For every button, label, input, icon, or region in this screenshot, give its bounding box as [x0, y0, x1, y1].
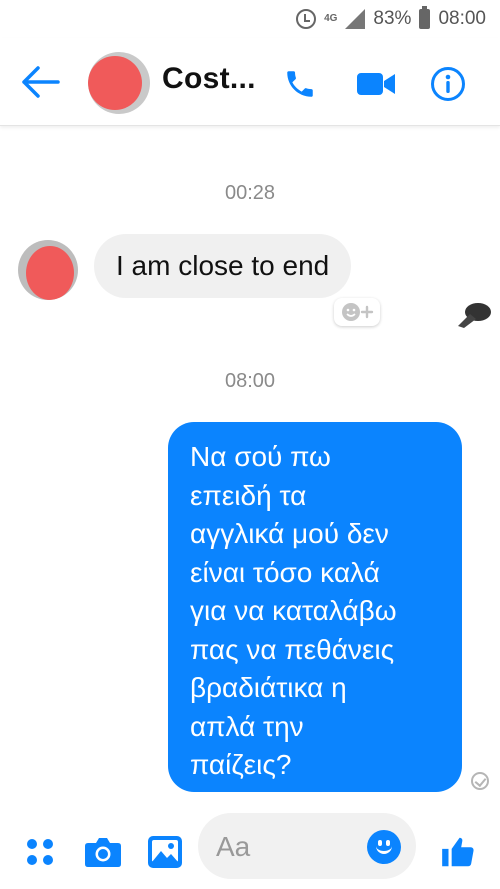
message-line: είναι τόσο καλά — [190, 556, 380, 588]
camera-icon — [85, 838, 121, 867]
gallery-button[interactable] — [143, 830, 187, 874]
emoji-button[interactable] — [367, 830, 401, 864]
outgoing-message-bubble[interactable]: Να σού πω επειδή τα αγγλικά μού δεν είνα… — [168, 422, 462, 792]
camera-button[interactable] — [81, 830, 125, 874]
smiley-icon-mouth — [376, 844, 392, 854]
message-timestamp: 00:28 — [224, 182, 276, 204]
phone-icon — [287, 71, 313, 97]
arrow-left-icon — [22, 66, 60, 98]
avatar-redaction — [88, 56, 142, 110]
image-icon — [148, 836, 182, 868]
video-camera-icon — [357, 73, 395, 95]
chat-header: Cost... — [0, 38, 500, 126]
message-line: για να καταλάβω — [190, 595, 397, 626]
video-call-button[interactable] — [356, 64, 396, 104]
message-line: απλά την — [190, 710, 304, 742]
add-reaction-icon — [342, 303, 374, 321]
battery-percent: 83% — [373, 8, 412, 29]
message-line: πας να πεθάνεις — [190, 633, 395, 665]
message-line: βραδιάτικα η — [190, 672, 347, 703]
message-line: παίζεις? — [190, 749, 292, 780]
message-line: αγγλικά μού δεν — [190, 518, 389, 549]
four-dots-icon — [27, 839, 53, 865]
sender-avatar[interactable] — [18, 240, 78, 300]
contact-avatar[interactable] — [88, 52, 150, 114]
seen-avatar-icon — [458, 303, 491, 328]
call-button[interactable] — [280, 64, 320, 104]
thumbs-up-icon — [442, 837, 474, 867]
add-reaction-button[interactable] — [334, 298, 380, 326]
avatar-redaction — [26, 246, 74, 300]
info-button[interactable] — [428, 64, 468, 104]
back-button[interactable] — [22, 64, 62, 100]
network-type-indicator: 4G — [324, 13, 338, 24]
message-timestamp: 08:00 — [224, 370, 276, 392]
message-input[interactable]: Aa — [198, 813, 416, 879]
signal-icon — [345, 9, 366, 29]
incoming-message-bubble[interactable]: I am close to end — [94, 234, 352, 298]
message-line: επειδή τα — [190, 479, 307, 511]
alarm-icon — [296, 9, 317, 29]
message-input-placeholder: Aa — [216, 831, 251, 862]
messenger-chat-screen: 4G 83% 08:00 Cost... 00:28 I am close to… — [0, 0, 500, 889]
status-bar: 4G 83% 08:00 — [0, 0, 500, 38]
battery-icon — [419, 6, 431, 29]
more-actions-button[interactable] — [18, 830, 62, 874]
message-line: Να σού πω — [190, 441, 331, 472]
check-circle-icon — [471, 772, 489, 790]
info-icon — [431, 67, 465, 101]
like-button[interactable] — [436, 830, 480, 874]
contact-name[interactable]: Cost... — [162, 62, 256, 96]
status-time: 08:00 — [438, 8, 486, 29]
